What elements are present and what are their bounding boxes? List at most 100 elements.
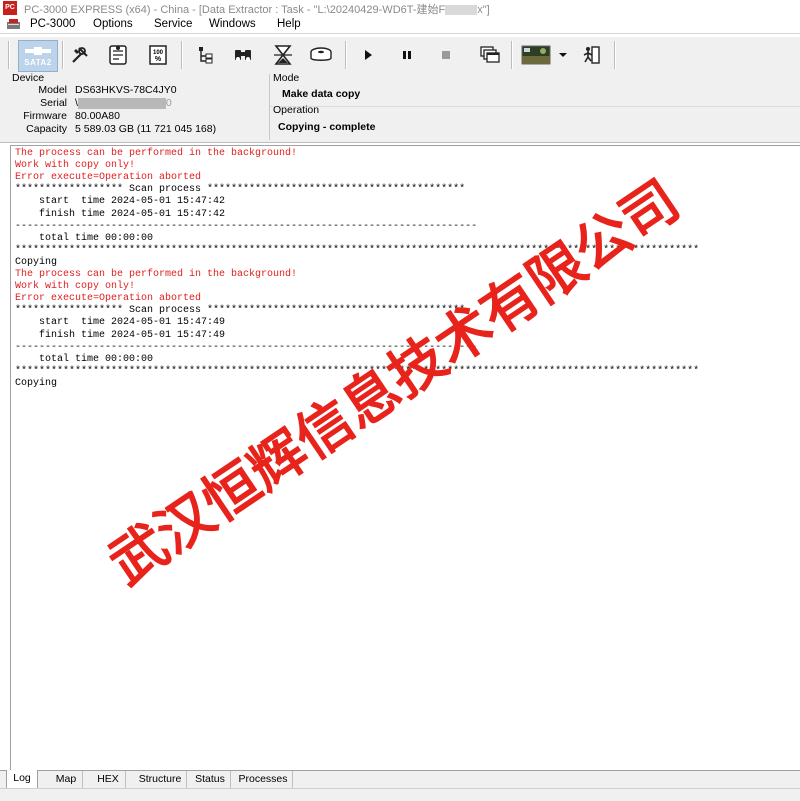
capacity-label: Capacity [26, 123, 67, 135]
device-heading: Device [12, 72, 45, 84]
toolbar-divider [511, 41, 513, 69]
log-line: ****************** Scan process ********… [15, 184, 466, 196]
serial-suffix: 0 [165, 97, 172, 109]
redaction-block [445, 5, 478, 16]
log-pane[interactable]: The process can be performed in the back… [10, 145, 800, 771]
tree-icon [199, 47, 213, 64]
pause-icon [403, 51, 411, 59]
menu-divider [0, 33, 800, 34]
image-button[interactable] [519, 41, 553, 69]
serial-value: \ 0 [75, 97, 172, 109]
title-bar: PC PC-3000 EXPRESS (x64) - China - [Data… [0, 0, 800, 16]
binoculars-icon [235, 50, 251, 61]
app-icon: PC [3, 1, 17, 15]
tab-map[interactable]: Map [50, 771, 83, 788]
window-title-suffix: x"] [477, 4, 490, 16]
stop-icon [442, 51, 450, 59]
menu-help[interactable]: Help [277, 18, 301, 30]
statistics-button[interactable]: 100 % [144, 41, 172, 69]
toolbar-divider [181, 41, 183, 69]
pause-button[interactable] [393, 41, 421, 69]
log-line: The process can be performed in the back… [15, 148, 298, 159]
log-line: ****************** Scan process ********… [15, 305, 466, 317]
window-title-prefix: PC-3000 EXPRESS (x64) - China - [Data Ex… [24, 4, 446, 16]
log-line: Work with copy only! [15, 281, 136, 293]
log-line: start time 2024-05-01 15:47:49 [15, 317, 226, 329]
tab-hex[interactable]: HEX [91, 771, 126, 788]
hourglass-icon [274, 45, 292, 65]
windows-button[interactable] [476, 41, 504, 69]
log-line: total time 00:00:00 [15, 353, 154, 365]
log-line: Work with copy only! [15, 160, 136, 172]
image-icon [521, 45, 551, 65]
device-info-panel: Device Model DS63HKVS-78C4JY0 Serial \ 0 … [0, 72, 800, 143]
menu-options[interactable]: Options [93, 18, 133, 30]
toolbar-divider [8, 41, 10, 69]
model-value: DS63HKVS-78C4JY0 [75, 84, 177, 96]
svg-text:%: % [155, 56, 162, 63]
report-button[interactable] [104, 41, 132, 69]
sata2-label: SATA2 [24, 57, 52, 67]
timer-button[interactable] [269, 41, 297, 69]
log-line: ----------------------------------------… [15, 341, 478, 353]
toolbar-divider [345, 41, 347, 69]
menu-service[interactable]: Service [154, 18, 192, 30]
tab-status[interactable]: Status [190, 771, 231, 788]
window-title: PC-3000 EXPRESS (x64) - China - [Data Ex… [24, 1, 490, 17]
info-divider [270, 106, 800, 107]
capacity-value: 5 589.03 GB (11 721 045 168) [75, 123, 217, 135]
sata-port-icon [25, 46, 51, 55]
menu-bar: PC-3000 Options Service Windows Help [0, 16, 800, 34]
log-line: ****************************************… [15, 365, 700, 377]
log-line: Copying [15, 377, 58, 389]
image-dropdown-button[interactable] [556, 41, 570, 69]
bottom-tabs: Log Map HEX Structure Status Processes [0, 770, 800, 789]
firmware-value: 80.00A80 [75, 110, 120, 122]
serial-redaction [77, 97, 166, 109]
document-icon [109, 45, 127, 65]
exit-button[interactable] [578, 41, 606, 69]
toolbar: SATA2 100 % [0, 36, 800, 74]
log-line: ****************************************… [15, 244, 700, 256]
tools-button[interactable] [66, 41, 94, 69]
percent-icon: 100 % [149, 45, 167, 65]
firmware-label: Firmware [23, 110, 67, 122]
log-line: ----------------------------------------… [15, 220, 478, 232]
tab-structure[interactable]: Structure [134, 771, 187, 788]
pc3000-menu-icon[interactable] [7, 19, 21, 30]
disk-icon [310, 47, 332, 61]
serial-label: Serial [40, 97, 67, 109]
log-line: Error execute=Operation aborted [15, 172, 202, 184]
sata2-port-button[interactable]: SATA2 [18, 40, 58, 72]
menu-windows[interactable]: Windows [209, 18, 256, 30]
tab-log[interactable]: Log [6, 770, 38, 789]
log-line: start time 2024-05-01 15:47:42 [15, 196, 226, 208]
search-button[interactable] [229, 41, 257, 69]
toolbar-divider [614, 41, 616, 69]
log-line: Error execute=Operation aborted [15, 293, 202, 305]
log-line: The process can be performed in the back… [15, 269, 298, 280]
tools-icon [72, 47, 88, 63]
play-icon [365, 50, 372, 60]
menu-pc3000[interactable]: PC-3000 [30, 18, 75, 30]
log-line: total time 00:00:00 [15, 232, 154, 244]
exit-icon [583, 46, 600, 64]
model-label: Model [38, 84, 67, 96]
log-line: Copying [15, 256, 58, 268]
toolbar-divider [62, 41, 64, 69]
disk-button[interactable] [307, 41, 335, 69]
mode-value: Make data copy [282, 88, 361, 100]
tab-processes[interactable]: Processes [234, 771, 293, 788]
windows-icon [480, 46, 500, 63]
log-line: finish time 2024-05-01 15:47:49 [15, 329, 226, 341]
start-button[interactable] [354, 41, 382, 69]
status-bar [0, 788, 800, 801]
stop-button[interactable] [432, 41, 460, 69]
operation-heading: Operation [273, 104, 320, 116]
tree-button[interactable] [192, 41, 220, 69]
log-line: finish time 2024-05-01 15:47:42 [15, 208, 226, 220]
dropdown-icon [559, 53, 567, 57]
operation-value: Copying - complete [278, 121, 376, 133]
mode-heading: Mode [273, 72, 300, 84]
info-divider [269, 74, 270, 140]
